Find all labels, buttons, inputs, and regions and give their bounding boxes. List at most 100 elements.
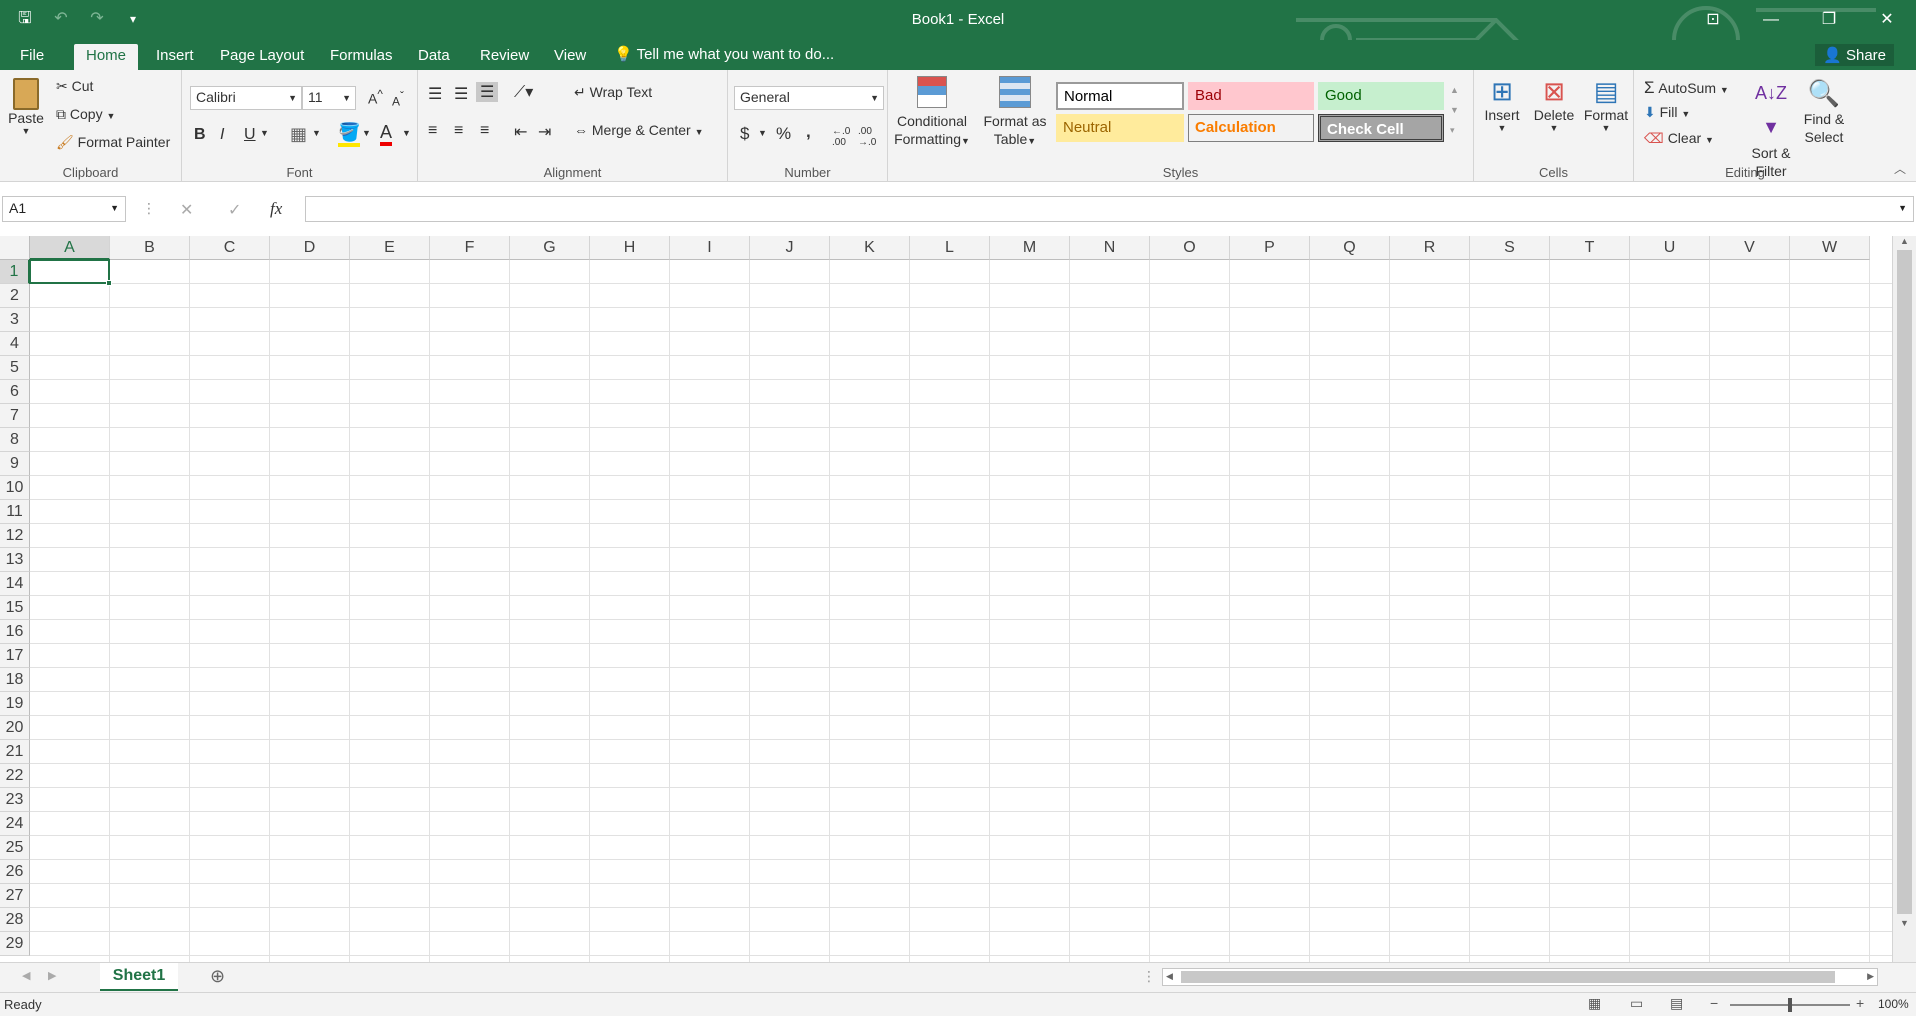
row-header[interactable]: 13: [0, 548, 30, 572]
column-header[interactable]: O: [1150, 236, 1230, 260]
style-bad[interactable]: Bad: [1188, 82, 1314, 110]
grow-font-button[interactable]: A^: [368, 88, 383, 107]
italic-button[interactable]: I: [220, 126, 224, 144]
insert-cells-button[interactable]: ⊞ Insert ▼: [1480, 76, 1524, 133]
share-button[interactable]: 👤 Share: [1815, 44, 1894, 66]
column-header[interactable]: T: [1550, 236, 1630, 260]
chevron-down-icon[interactable]: ▼: [758, 128, 767, 138]
row-header[interactable]: 7: [0, 404, 30, 428]
fill-button[interactable]: ⬇ Fill ▼: [1644, 104, 1690, 121]
font-color-icon[interactable]: A: [380, 122, 393, 146]
insert-function-icon[interactable]: fx: [270, 199, 282, 219]
vertical-scroll-thumb[interactable]: [1897, 250, 1912, 914]
zoom-out-icon[interactable]: −: [1710, 995, 1718, 1011]
zoom-slider-thumb[interactable]: [1788, 998, 1792, 1012]
column-header[interactable]: H: [590, 236, 670, 260]
column-header[interactable]: J: [750, 236, 830, 260]
fill-handle[interactable]: [106, 280, 112, 286]
scroll-right-icon[interactable]: ▶: [1867, 971, 1874, 982]
row-header[interactable]: 24: [0, 812, 30, 836]
tab-file[interactable]: File: [8, 44, 56, 70]
font-name-dropdown[interactable]: Calibri ▼: [190, 86, 302, 110]
row-header[interactable]: 17: [0, 644, 30, 668]
decrease-decimal-icon[interactable]: .00 →.0: [858, 126, 876, 148]
row-header[interactable]: 28: [0, 908, 30, 932]
tell-me-box[interactable]: 💡 Tell me what you want to do...: [614, 45, 834, 63]
chevron-down-icon[interactable]: ▼: [402, 128, 411, 138]
column-header[interactable]: U: [1630, 236, 1710, 260]
decrease-indent-icon[interactable]: ⇤: [514, 122, 527, 142]
worksheet-grid[interactable]: A B C D E F G H I J K L M N O P Q R S T U V W 1 2 3 4 5 6 7 8 9 10 11 12 13…: [0, 236, 1892, 962]
column-header[interactable]: I: [670, 236, 750, 260]
row-header[interactable]: 8: [0, 428, 30, 452]
column-header[interactable]: C: [190, 236, 270, 260]
copy-button[interactable]: ⧉ Copy ▼: [56, 106, 115, 123]
row-header[interactable]: 25: [0, 836, 30, 860]
row-header[interactable]: 11: [0, 500, 30, 524]
align-bottom-icon[interactable]: ☰: [476, 82, 499, 102]
row-header[interactable]: 21: [0, 740, 30, 764]
row-header[interactable]: 6: [0, 380, 30, 404]
cancel-formula-icon[interactable]: ✕: [180, 200, 193, 220]
column-header[interactable]: P: [1230, 236, 1310, 260]
enter-formula-icon[interactable]: ✓: [228, 200, 241, 220]
zoom-slider[interactable]: [1730, 998, 1850, 1012]
format-cells-button[interactable]: ▤ Format ▼: [1582, 76, 1630, 133]
close-icon[interactable]: ✕: [1858, 0, 1916, 40]
row-header[interactable]: 27: [0, 884, 30, 908]
row-header[interactable]: 19: [0, 692, 30, 716]
column-header[interactable]: B: [110, 236, 190, 260]
find-select-button[interactable]: 🔍 Find & Select: [1798, 76, 1850, 146]
active-cell[interactable]: [29, 259, 112, 286]
delete-cells-button[interactable]: ⊠ Delete ▼: [1530, 76, 1578, 133]
merge-center-button[interactable]: ⇔ Merge & Center ▼: [574, 122, 704, 138]
tab-view[interactable]: View: [542, 44, 598, 70]
row-header[interactable]: 1: [0, 260, 30, 284]
page-break-view-icon[interactable]: ▤: [1670, 995, 1683, 1012]
paste-button[interactable]: Paste ▼: [6, 78, 46, 136]
format-as-table-button[interactable]: Format as Table▼: [980, 76, 1050, 150]
row-header[interactable]: 23: [0, 788, 30, 812]
bold-button[interactable]: B: [194, 126, 206, 144]
align-right-icon[interactable]: ≡: [480, 122, 489, 140]
row-header[interactable]: 9: [0, 452, 30, 476]
zoom-level[interactable]: 100%: [1878, 997, 1909, 1011]
chevron-down-icon[interactable]: ▼: [312, 128, 321, 138]
row-header[interactable]: 15: [0, 596, 30, 620]
column-header[interactable]: S: [1470, 236, 1550, 260]
styles-scroll[interactable]: ▲ ▼ ▾: [1450, 80, 1459, 140]
column-header[interactable]: A: [30, 236, 110, 260]
align-top-icon[interactable]: ☰: [428, 84, 442, 104]
tab-review[interactable]: Review: [468, 44, 541, 70]
column-header[interactable]: W: [1790, 236, 1870, 260]
orientation-icon[interactable]: ⟋▾: [514, 82, 533, 102]
shrink-font-button[interactable]: Aˇ: [392, 90, 404, 109]
normal-view-icon[interactable]: ▦: [1588, 995, 1601, 1012]
zoom-in-icon[interactable]: +: [1856, 995, 1864, 1011]
row-header[interactable]: 5: [0, 356, 30, 380]
row-header[interactable]: 16: [0, 620, 30, 644]
column-header[interactable]: V: [1710, 236, 1790, 260]
row-header[interactable]: 2: [0, 284, 30, 308]
row-header[interactable]: 12: [0, 524, 30, 548]
minimize-icon[interactable]: —: [1742, 0, 1800, 40]
column-header[interactable]: N: [1070, 236, 1150, 260]
column-header[interactable]: G: [510, 236, 590, 260]
format-painter-button[interactable]: 🖌 Format Painter: [56, 134, 170, 151]
column-header[interactable]: E: [350, 236, 430, 260]
name-box[interactable]: A1 ▼: [2, 196, 126, 222]
conditional-formatting-button[interactable]: Conditional Formatting▼: [894, 76, 970, 150]
column-header[interactable]: K: [830, 236, 910, 260]
increase-indent-icon[interactable]: ⇥: [538, 122, 551, 142]
cut-button[interactable]: ✂ Cut: [56, 78, 93, 95]
align-left-icon[interactable]: ≡: [428, 122, 437, 140]
column-header[interactable]: D: [270, 236, 350, 260]
row-header[interactable]: 18: [0, 668, 30, 692]
clear-button[interactable]: ⌫ Clear ▼: [1644, 130, 1714, 147]
align-middle-icon[interactable]: ☰: [454, 84, 468, 104]
collapse-ribbon-icon[interactable]: ︿: [1894, 160, 1906, 177]
column-header[interactable]: Q: [1310, 236, 1390, 260]
maximize-icon[interactable]: ❐: [1800, 0, 1858, 40]
row-header[interactable]: 14: [0, 572, 30, 596]
tab-formulas[interactable]: Formulas: [318, 44, 405, 70]
